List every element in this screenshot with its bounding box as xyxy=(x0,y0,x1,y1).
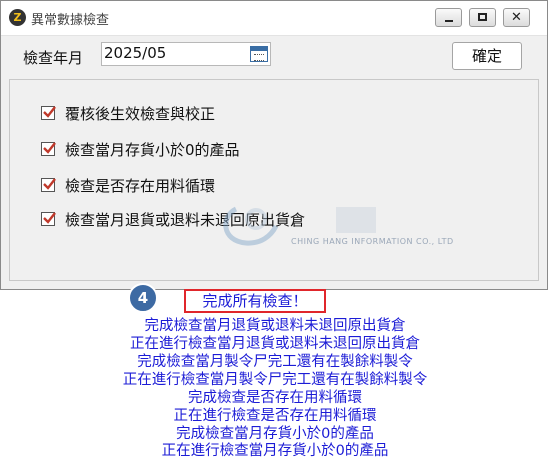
log-line: 完成檢查當月製令尸完工還有在製餘料製令 xyxy=(137,354,413,370)
close-icon: ✕ xyxy=(511,10,522,25)
dialog-window: Z 異常數據檢查 ✕ 檢查年月 2025/05 確定 覆核後生效檢查與校正 檢查… xyxy=(0,0,548,290)
log-line: 正在進行檢查當月存貨小於0的產品 xyxy=(161,443,389,459)
log-line: 正在進行檢查當月退貨或退料未退回原出貨倉 xyxy=(130,336,420,352)
checkbox-checked[interactable] xyxy=(41,142,56,156)
check-option-label: 覆核後生效檢查與校正 xyxy=(65,105,216,123)
check-mark-icon xyxy=(43,106,56,118)
log-line: 完成檢查當月退貨或退料未退回原出貨倉 xyxy=(144,318,406,334)
maximize-button[interactable] xyxy=(469,8,496,27)
check-mark-icon xyxy=(43,142,56,154)
check-mark-icon xyxy=(43,212,56,224)
done-message: 完成所有檢查！ xyxy=(184,289,326,313)
minimize-icon xyxy=(445,20,453,22)
log-line: 正在進行檢查當月製令尸完工還有在製餘料製令 xyxy=(122,372,428,388)
minimize-button[interactable] xyxy=(435,8,462,27)
close-button[interactable]: ✕ xyxy=(503,8,530,27)
check-option-label: 檢查是否存在用料循環 xyxy=(65,177,216,195)
date-label: 檢查年月 xyxy=(23,49,84,67)
check-option-label: 檢查當月存貨小於0的產品 xyxy=(65,141,240,159)
log-line: 完成檢查是否存在用料循環 xyxy=(188,390,362,406)
date-input[interactable]: 2025/05 xyxy=(101,42,271,66)
check-mark-icon xyxy=(43,178,56,190)
checkbox-checked[interactable] xyxy=(41,212,56,226)
step-badge: 4 xyxy=(128,283,158,313)
calendar-icon[interactable] xyxy=(250,46,268,62)
title-bar[interactable]: Z 異常數據檢查 ✕ xyxy=(1,1,547,36)
app-icon: Z xyxy=(9,9,26,26)
log-line: 正在進行檢查是否存在用料循環 xyxy=(173,408,377,424)
checkbox-checked[interactable] xyxy=(41,106,56,120)
confirm-button[interactable]: 確定 xyxy=(452,42,522,70)
checkbox-checked[interactable] xyxy=(41,178,56,192)
maximize-icon xyxy=(478,13,487,21)
watermark-text: CHING HANG INFORMATION CO., LTD xyxy=(291,237,454,246)
log-line: 完成檢查當月存貨小於0的產品 xyxy=(176,426,374,442)
window-title: 異常數據檢查 xyxy=(31,13,110,28)
